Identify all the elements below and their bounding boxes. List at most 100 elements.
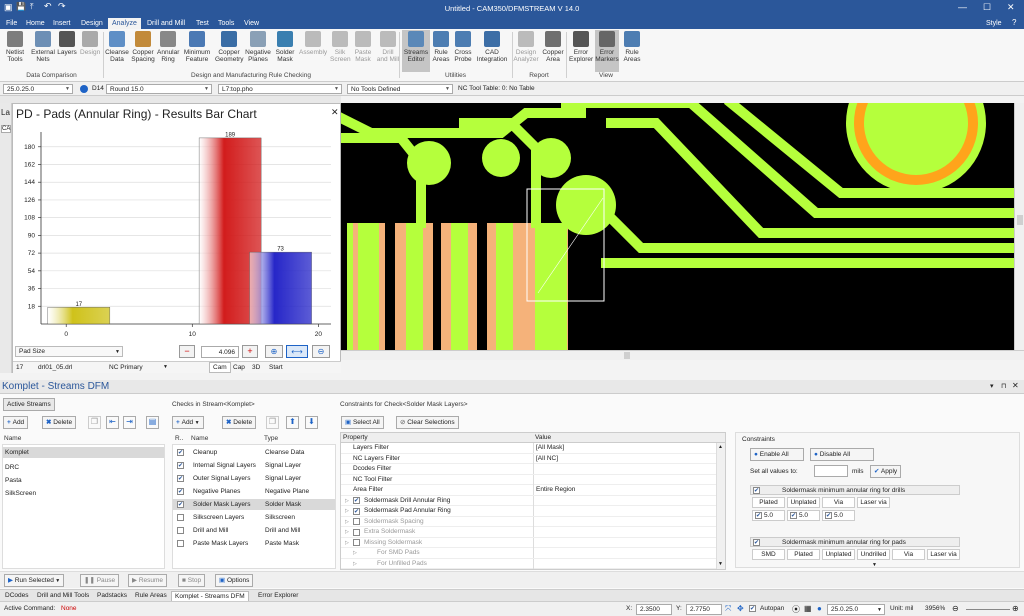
- zoom-minus-button[interactable]: −: [179, 345, 195, 358]
- select-all-button[interactable]: ▣ Select All: [341, 416, 384, 429]
- menu-file[interactable]: File: [2, 18, 21, 29]
- delete-stream-button[interactable]: ✖ Delete: [42, 416, 77, 429]
- check-row[interactable]: ✔ Cleanup Cleanse Data: [173, 447, 335, 458]
- drill-value-field[interactable]: ✔ 5.0: [752, 510, 785, 521]
- move-up-icon[interactable]: ⬆: [286, 416, 299, 429]
- ribbon-button-drill-and-mill[interactable]: Drill and Mill: [376, 30, 400, 72]
- menu-drill-and-mill[interactable]: Drill and Mill: [143, 18, 189, 29]
- ribbon-button-copper-spacing[interactable]: Copper Spacing: [130, 30, 156, 72]
- grid-icon[interactable]: ▦: [804, 604, 812, 613]
- ribbon-button-minimum-feature[interactable]: Minimum Feature: [181, 30, 213, 72]
- property-row[interactable]: ▷ Extra Soldermask: [341, 527, 716, 538]
- pcb-vertical-scrollbar[interactable]: [1014, 103, 1024, 350]
- expand-icon[interactable]: ▷: [345, 538, 349, 548]
- dcode-combo[interactable]: Round 15.0 ▼: [106, 84, 212, 94]
- check-enabled-checkbox[interactable]: ✔: [177, 488, 184, 495]
- copy-check-icon[interactable]: ❐: [266, 416, 279, 429]
- ribbon-button-assembly[interactable]: Assembly: [299, 30, 327, 72]
- apply-button[interactable]: ✔ Apply: [870, 465, 902, 478]
- ribbon-button-silk-screen[interactable]: Silk Screen: [330, 30, 351, 72]
- move-down-icon[interactable]: ⬇: [305, 416, 318, 429]
- add-check-button[interactable]: + Add ▼: [172, 416, 204, 429]
- hscroll-thumb[interactable]: [624, 352, 630, 359]
- ribbon-button-rule-areas[interactable]: Rule Areas: [621, 30, 643, 72]
- check-enabled-checkbox[interactable]: [177, 527, 184, 534]
- zoom-value-field[interactable]: 4.096: [201, 346, 239, 358]
- ribbon-button-netlist-tools[interactable]: Netlist Tools: [3, 30, 27, 72]
- options-button[interactable]: ▣ Options: [215, 574, 254, 587]
- ribbon-button-design-analyzer[interactable]: Design Analyzer: [513, 30, 539, 72]
- maximize-icon[interactable]: ☐: [983, 2, 991, 13]
- property-row[interactable]: Layers Filter [All Mask]: [341, 443, 716, 454]
- tab-dcodes[interactable]: DCodes: [2, 591, 31, 601]
- set-all-input[interactable]: [814, 465, 848, 477]
- ribbon-button-rule-areas[interactable]: Rule Areas: [432, 30, 450, 72]
- property-row[interactable]: ▷ Soldermask Spacing: [341, 516, 716, 527]
- copy-stream-icon[interactable]: ❐: [88, 416, 101, 429]
- stop-button[interactable]: ■ Stop: [178, 574, 206, 587]
- zoom-slider[interactable]: [966, 609, 1010, 610]
- property-row[interactable]: ▷ Missing Soldermask: [341, 537, 716, 548]
- enable-all-button[interactable]: ● Enable All: [750, 448, 804, 461]
- disable-all-button[interactable]: ● Disable All: [810, 448, 874, 461]
- tab-drill-and-mill-tools[interactable]: Drill and Mill Tools: [34, 591, 92, 601]
- ribbon-button-paste-mask[interactable]: Paste Mask: [353, 30, 373, 72]
- ribbon-button-streams-editor[interactable]: Streams Editor: [402, 30, 430, 72]
- pad-group-checkbox[interactable]: ✔: [753, 538, 760, 546]
- tab-error-explorer[interactable]: Error Explorer: [255, 591, 301, 601]
- property-row[interactable]: ▷ ✔ Soldermask Pad Annular Ring: [341, 506, 716, 517]
- ribbon-button-cad-integration[interactable]: CAD Integration: [475, 30, 509, 72]
- delete-check-button[interactable]: ✖ Delete: [222, 416, 257, 429]
- ribbon-button-cleanse-data[interactable]: Cleanse Data: [105, 30, 129, 72]
- check-row[interactable]: Paste Mask Layers Paste Mask: [173, 538, 335, 549]
- export-stream-icon[interactable]: ⇥: [123, 416, 136, 429]
- expand-icon[interactable]: ▷: [345, 506, 349, 516]
- stream-item[interactable]: DRC: [3, 462, 19, 473]
- tab-cap[interactable]: Cap: [233, 364, 245, 371]
- close-icon[interactable]: ✕: [1007, 2, 1015, 13]
- properties-scrollbar[interactable]: ▲ ▼: [716, 443, 725, 569]
- check-enabled-checkbox[interactable]: [177, 514, 184, 521]
- check-row[interactable]: ✔ Outer Signal Layers Signal Layer: [173, 473, 335, 484]
- check-row[interactable]: Silkscreen Layers Silkscreen: [173, 512, 335, 523]
- property-checkbox[interactable]: [353, 518, 360, 525]
- add-stream-button[interactable]: + Add: [3, 416, 29, 429]
- property-checkbox[interactable]: ✔: [353, 507, 360, 515]
- check-row[interactable]: ✔ Internal Signal Layers Signal Layer: [173, 460, 335, 471]
- style-menu[interactable]: Style: [982, 18, 1006, 29]
- ribbon-button-error-markers[interactable]: Error Markers: [595, 30, 619, 72]
- drill-value-field[interactable]: ✔ 5.0: [787, 510, 820, 521]
- file-combo[interactable]: L7:top.pho ▼: [218, 84, 342, 94]
- stream-item[interactable]: SilkScreen: [3, 488, 36, 499]
- zoom-out-status-icon[interactable]: ⊖: [952, 604, 959, 613]
- ribbon-button-copper-geometry[interactable]: Copper Geometry: [215, 30, 244, 72]
- y-coordinate[interactable]: 2.7750: [686, 604, 722, 615]
- ribbon-button-negative-planes[interactable]: Negative Planes: [245, 30, 271, 72]
- check-enabled-checkbox[interactable]: [177, 540, 184, 547]
- status-layer-combo[interactable]: 25.0.25.0 ▼: [827, 604, 885, 615]
- drill-value-checkbox[interactable]: ✔: [825, 511, 832, 519]
- menu-design[interactable]: Design: [77, 18, 107, 29]
- menu-view[interactable]: View: [240, 18, 263, 29]
- help-icon[interactable]: ?: [1012, 18, 1016, 27]
- menu-home[interactable]: Home: [22, 18, 49, 29]
- zoom-in-status-icon[interactable]: ⊕: [1012, 604, 1019, 613]
- ribbon-button-external-nets[interactable]: External Nets: [30, 30, 56, 72]
- property-value[interactable]: [All NC]: [536, 454, 558, 464]
- property-checkbox[interactable]: ✔: [353, 497, 360, 504]
- zoom-plus-button[interactable]: +: [242, 345, 258, 358]
- property-value[interactable]: [All Mask]: [536, 443, 564, 453]
- zoom-out-icon[interactable]: ⊖: [312, 345, 330, 358]
- layers-dock-tab[interactable]: La: [1, 108, 10, 117]
- property-row[interactable]: NC Layers Filter [All NC]: [341, 453, 716, 464]
- property-row[interactable]: Area Filter Entire Region: [341, 485, 716, 496]
- pause-button[interactable]: ❚❚ Pause: [80, 574, 120, 587]
- pcb-canvas[interactable]: [341, 103, 1024, 360]
- chart-close-icon[interactable]: ✕: [331, 107, 339, 118]
- panel-pin-icon[interactable]: ⊓: [1001, 382, 1006, 390]
- active-streams-tab[interactable]: Active Streams: [3, 398, 55, 411]
- layer-combo[interactable]: 25.0.25.0 ▼: [3, 84, 73, 94]
- stream-item[interactable]: Pasta: [3, 475, 22, 486]
- minimize-icon[interactable]: —: [958, 2, 967, 12]
- ribbon-button-annular-ring[interactable]: Annular Ring: [157, 30, 179, 72]
